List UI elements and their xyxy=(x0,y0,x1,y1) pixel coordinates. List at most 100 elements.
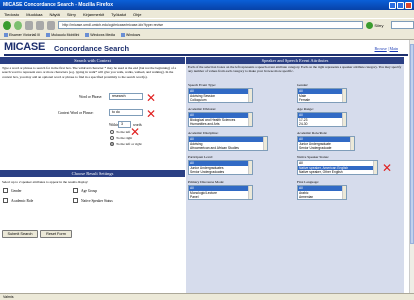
header-links: Browse | Main xyxy=(375,46,399,51)
search-input[interactable] xyxy=(390,21,414,29)
list-option[interactable]: Senior Undergraduates xyxy=(189,170,252,174)
window-titlebar: MICASE Concordance Search - Mozilla Fire… xyxy=(0,0,414,10)
bookmark-icon xyxy=(121,33,125,37)
browse-link[interactable]: Browse xyxy=(375,46,387,51)
word-label: Word or Phrase: xyxy=(79,95,103,99)
radio-right[interactable]: To the right xyxy=(110,136,132,140)
context-label: Context Word or Phrase: xyxy=(58,111,94,115)
listbox[interactable]: All Junior Undergraduate Senior Undergra… xyxy=(297,136,355,151)
go-label: Siirry xyxy=(374,22,384,28)
list-option[interactable]: Humanities and Arts xyxy=(189,122,252,126)
list-option[interactable]: Native speaker, Other English xyxy=(298,170,377,174)
bookmark-item[interactable]: Windows xyxy=(121,33,140,37)
checkbox xyxy=(73,198,78,203)
link-separator: | xyxy=(387,46,389,51)
stop-icon[interactable] xyxy=(36,20,45,30)
bookmark-icon xyxy=(85,33,90,37)
bookmark-item[interactable]: Windows Media xyxy=(85,33,115,37)
context-input[interactable]: to do xyxy=(109,109,143,116)
list-option[interactable]: Panel xyxy=(189,195,252,199)
list-option[interactable]: Female xyxy=(298,98,346,102)
close-icon[interactable] xyxy=(405,1,412,9)
attributes-panel: Speaker and Speech Event Attributes Each… xyxy=(186,57,404,293)
listbox-scrollbar[interactable] xyxy=(263,137,267,150)
main-link[interactable]: Main xyxy=(390,46,398,51)
reset-form-button[interactable]: Reset Form xyxy=(40,230,72,238)
page-scrollbar[interactable] xyxy=(409,40,414,293)
menu-item-tools[interactable]: Työkalut xyxy=(111,12,126,17)
minimize-icon[interactable] xyxy=(389,1,396,9)
window-controls xyxy=(389,1,414,9)
listbox[interactable]: All Advising Session Colloquium xyxy=(188,88,253,103)
list-option[interactable]: 24-30 xyxy=(298,122,346,126)
checkbox-native-speaker[interactable]: Native Speaker Status xyxy=(73,198,113,203)
listbox[interactable]: All Advising Afroamerican and African St… xyxy=(188,136,268,151)
listbox-scrollbar[interactable] xyxy=(248,113,252,126)
search-instructions: Type a word or phrase to search for in t… xyxy=(2,66,177,79)
listbox-scrollbar[interactable] xyxy=(248,89,252,102)
checkbox xyxy=(3,188,8,193)
submit-search-button[interactable]: Submit Search xyxy=(2,230,38,238)
checkbox-age-group[interactable]: Age Group xyxy=(73,188,97,193)
listbox[interactable]: All Arabic Armenian xyxy=(297,185,347,200)
bookmark-item[interactable]: Mukaudu Mobiilini xyxy=(46,33,79,37)
menu-item-view[interactable]: Näytä xyxy=(49,12,59,17)
checkbox xyxy=(73,188,78,193)
listbox[interactable]: All Native speaker, American English Nat… xyxy=(297,160,378,175)
age-range-list: Age Range: All 17-23 24-30 xyxy=(297,107,347,127)
menu-item-edit[interactable]: Muokkaa xyxy=(26,12,42,17)
maximize-icon[interactable] xyxy=(397,1,404,9)
menu-item-bookmarks[interactable]: Kirjanmerkit xyxy=(83,12,104,17)
bookmark-item[interactable]: Elsamer Victoria6 III xyxy=(4,33,40,37)
go-button[interactable]: Siirry xyxy=(366,21,384,29)
annotation-x-mark: ✕ xyxy=(146,107,157,121)
address-bar[interactable]: http://micase.umdl.umich.edu/cgi/micase/… xyxy=(58,21,364,29)
bookmark-icon xyxy=(46,33,51,37)
checkbox xyxy=(3,198,8,203)
gender-list: Gender: All Male Female xyxy=(297,83,347,103)
bookmark-icon xyxy=(4,33,8,37)
listbox-scrollbar[interactable] xyxy=(342,113,346,126)
checkbox-academic-role[interactable]: Academic Role xyxy=(3,198,33,203)
radio-left[interactable]: To the left xyxy=(110,130,130,134)
academic-division-list: Academic Division: All Biological and He… xyxy=(188,107,253,127)
list-option[interactable]: Senior Undergraduate xyxy=(298,146,354,150)
radio-left-or-right[interactable]: To the left or right xyxy=(110,142,142,146)
search-context-header: Search with Context xyxy=(0,57,185,64)
listbox[interactable]: All Junior Undergraduates Senior Undergr… xyxy=(188,160,253,175)
checkbox-gender[interactable]: Gender xyxy=(3,188,22,193)
menu-item-go[interactable]: Siirry xyxy=(67,12,76,17)
listbox-scrollbar[interactable] xyxy=(373,161,377,174)
menu-bar: Tiedosto Muokkaa Näytä Siirry Kirjanmerk… xyxy=(0,10,414,18)
annotation-x-mark: ✕ xyxy=(382,161,393,175)
reload-icon[interactable] xyxy=(25,20,34,30)
list-option[interactable]: Afroamerican and African Studies xyxy=(189,146,267,150)
listbox[interactable]: All Monologic/Lecture Panel xyxy=(188,185,253,200)
listbox-scrollbar[interactable] xyxy=(248,186,252,199)
word-input[interactable]: research xyxy=(109,93,143,100)
back-icon[interactable] xyxy=(3,20,12,30)
listbox-scrollbar[interactable] xyxy=(342,89,346,102)
listbox[interactable]: All Biological and Health Sciences Human… xyxy=(188,112,253,127)
radio-button-selected xyxy=(110,142,114,146)
list-option[interactable]: Colloquium xyxy=(189,98,252,102)
navigation-toolbar: http://micase.umdl.umich.edu/cgi/micase/… xyxy=(0,18,414,31)
result-instructions: Select up to 2 speaker attributes to app… xyxy=(2,180,89,184)
home-icon[interactable] xyxy=(47,20,56,30)
bookmarks-toolbar: Elsamer Victoria6 III Mukaudu Mobiilini … xyxy=(0,31,414,40)
listbox[interactable]: All 17-23 24-30 xyxy=(297,112,347,127)
page-header: MICASE Concordance Search Browse | Main xyxy=(4,40,408,56)
listbox-scrollbar[interactable] xyxy=(342,186,346,199)
menu-item-help[interactable]: Ohje xyxy=(133,12,141,17)
menu-item-file[interactable]: Tiedosto xyxy=(4,12,19,17)
list-option[interactable]: Armenian xyxy=(298,195,346,199)
attributes-instructions: Each of the selection boxes on the left … xyxy=(188,65,402,74)
header-rule xyxy=(4,54,408,56)
listbox[interactable]: All Male Female xyxy=(297,88,347,103)
annotation-x-mark: ✕ xyxy=(146,91,157,105)
listbox-scrollbar[interactable] xyxy=(248,161,252,174)
forward-icon[interactable] xyxy=(14,20,23,30)
micase-logo: MICASE xyxy=(4,41,45,53)
scrollbar-thumb[interactable] xyxy=(410,44,414,244)
listbox-scrollbar[interactable] xyxy=(350,137,354,150)
